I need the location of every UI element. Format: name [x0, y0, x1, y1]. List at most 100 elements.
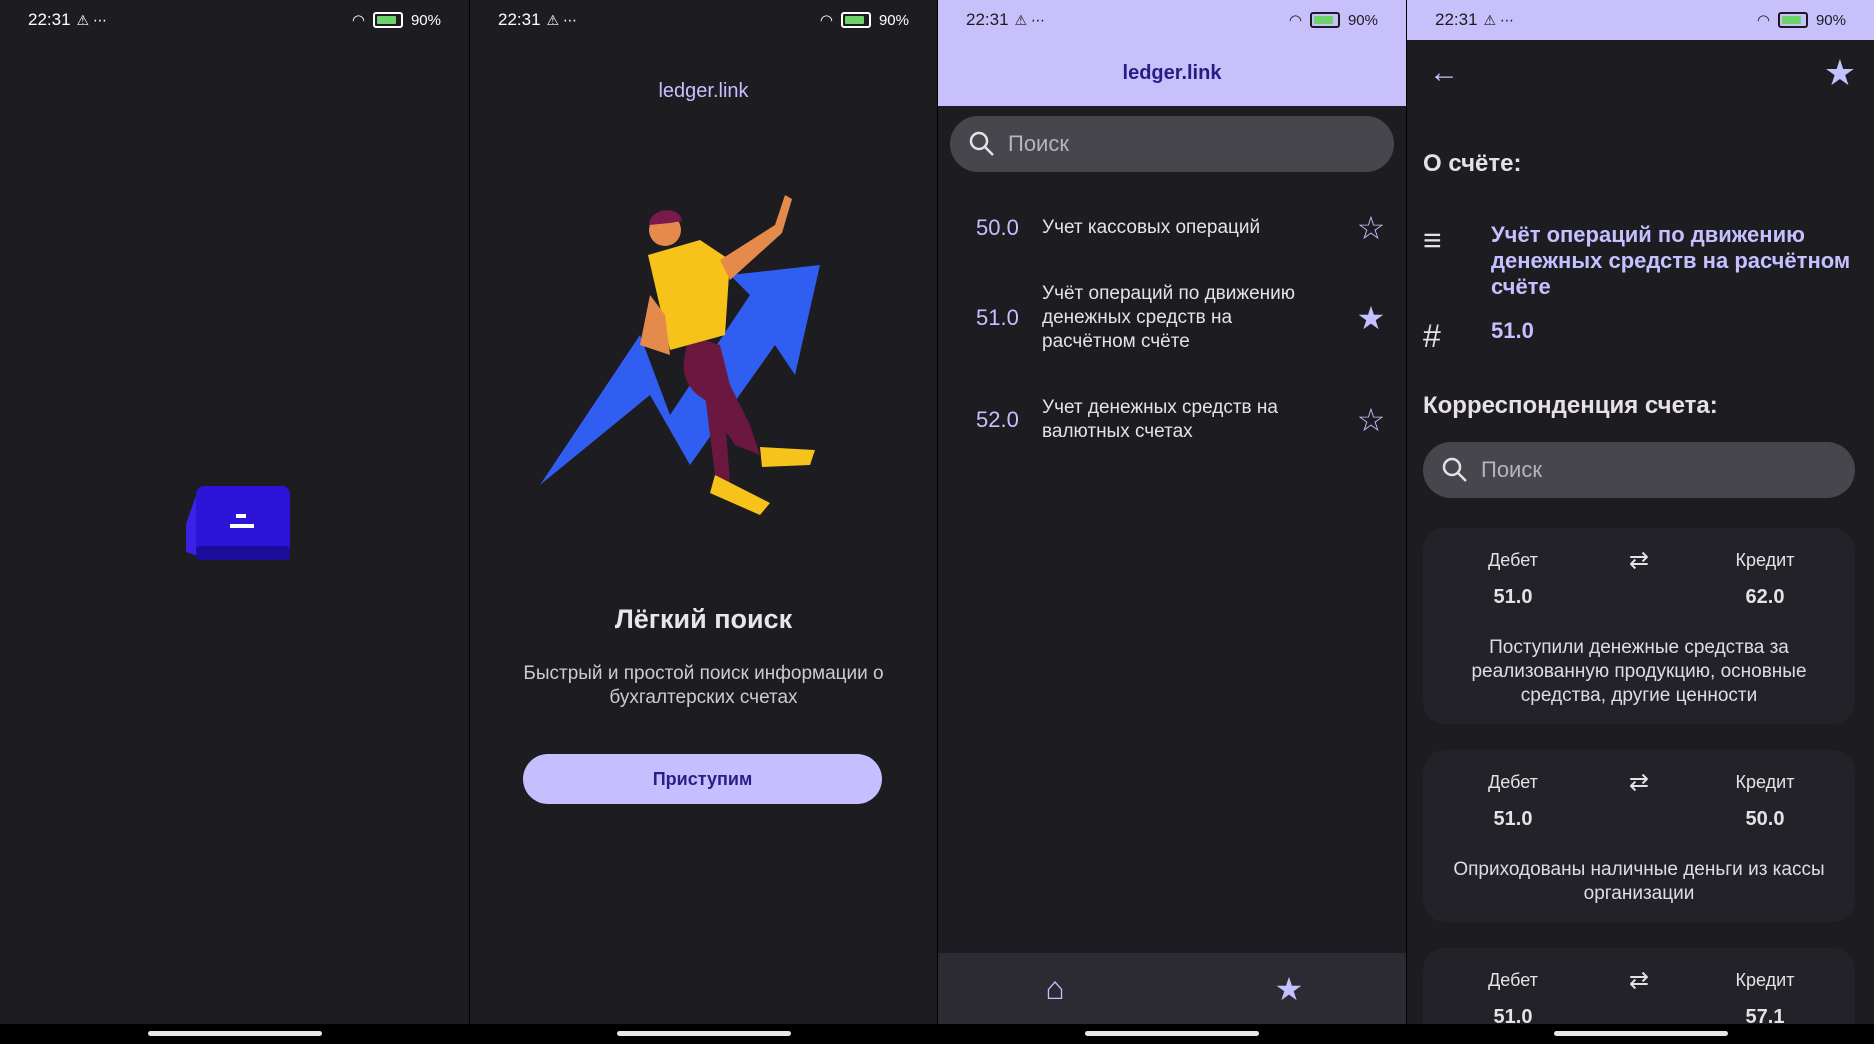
status-right: ◠ 90%: [1288, 11, 1378, 30]
home-icon[interactable]: ⌂: [1005, 970, 1105, 1007]
home-indicator[interactable]: [147, 1031, 322, 1036]
account-detail-screen: 22:31 ⚠ ⋯ ◠ 90% ← ★ О счёте: ≡ Учёт опер…: [1407, 0, 1874, 1044]
account-name: Учёт операций по движению денежных средс…: [1042, 283, 1296, 352]
credit-value: 62.0: [1745, 586, 1785, 608]
home-indicator[interactable]: [616, 1031, 791, 1036]
search-placeholder: Поиск: [1008, 131, 1069, 156]
account-name: Учет денежных средств на валютных счетах: [1042, 397, 1278, 442]
status-right: ◠ 90%: [819, 11, 909, 30]
battery-icon: [372, 12, 403, 28]
debit-value: 51.0: [1493, 586, 1533, 608]
account-list-screen: 22:31 ⚠ ⋯ ◠ 90% ledger.link Поиск 50.0 У…: [938, 0, 1406, 1044]
battery-icon: [1777, 12, 1808, 28]
back-arrow-icon[interactable]: ←: [1429, 56, 1459, 90]
home-indicator[interactable]: [1553, 1031, 1728, 1036]
wifi-icon: ◠: [819, 12, 833, 29]
entry-card[interactable]: Дебет ⇄ Кредит 51.0 50.0 Оприходованы на…: [1423, 750, 1855, 922]
status-bar: 22:31 ⚠ ⋯ ◠ 90%: [938, 0, 1406, 40]
system-nav-area: [938, 1024, 1406, 1044]
status-time: 22:31: [498, 10, 541, 29]
favorites-star-icon[interactable]: ★: [1239, 970, 1339, 1008]
status-time: 22:31: [28, 10, 71, 29]
star-outline-icon[interactable]: ☆: [1336, 401, 1406, 439]
start-button[interactable]: Приступим: [523, 754, 882, 804]
notification-icons: ⚠ ⋯: [76, 11, 107, 28]
credit-value: 50.0: [1745, 808, 1785, 830]
site-title: ledger.link: [658, 80, 749, 102]
onboarding-screen: 22:31 ⚠ ⋯ ◠ 90% ledger.link Лёгкий поиск…: [470, 0, 937, 1044]
wifi-icon: ◠: [351, 12, 365, 29]
system-nav-area: [0, 1024, 469, 1044]
battery-icon: [840, 12, 871, 28]
account-row[interactable]: 50.0 Учет кассовых операций ☆: [938, 206, 1406, 250]
battery-level: 90%: [410, 11, 441, 29]
status-bar: 22:31 ⚠ ⋯ ◠ 90%: [0, 0, 469, 40]
account-name: Учёт операций по движению денежных средс…: [1491, 222, 1851, 299]
account-name: Учет кассовых операций: [1042, 217, 1261, 238]
correspondence-search-input[interactable]: Поиск: [1423, 442, 1855, 498]
app-logo: [186, 486, 290, 560]
debit-label: Дебет: [1488, 772, 1538, 792]
search-icon: [1442, 457, 1467, 482]
splash-screen: 22:31 ⚠ ⋯ ◠ 90%: [0, 0, 469, 1044]
search-placeholder: Поиск: [1481, 457, 1542, 482]
entry-description: Поступили денежные средства за реализова…: [1471, 637, 1807, 706]
system-nav-area: [1407, 1024, 1874, 1044]
battery-level: 90%: [1815, 11, 1846, 29]
swap-arrows-icon: ⇄: [1628, 967, 1650, 994]
account-code-row: # 51.0: [1423, 318, 1858, 355]
entry-card[interactable]: Дебет ⇄ Кредит 51.0 62.0 Поступили денеж…: [1423, 528, 1855, 724]
debit-label: Дебет: [1488, 550, 1538, 570]
status-right: ◠ 90%: [351, 11, 441, 30]
entry-values: 51.0 62.0: [1423, 586, 1855, 609]
hash-icon: #: [1423, 318, 1441, 354]
bottom-navigation: ⌂ ★: [938, 953, 1406, 1024]
correspondence-title: Корреспонденция счета:: [1423, 392, 1718, 419]
battery-level: 90%: [1347, 11, 1378, 29]
wifi-icon: ◠: [1756, 12, 1770, 29]
account-code: 51.0: [1491, 318, 1534, 343]
entry-header: Дебет ⇄ Кредит: [1423, 547, 1855, 575]
credit-label: Кредит: [1735, 772, 1795, 792]
status-bar: 22:31 ⚠ ⋯ ◠ 90%: [1407, 0, 1874, 40]
debit-value: 51.0: [1493, 808, 1533, 830]
notification-icons: ⚠ ⋯: [1483, 11, 1514, 28]
swap-arrows-icon: ⇄: [1628, 769, 1650, 796]
entry-header: Дебет ⇄ Кредит: [1423, 769, 1855, 797]
text-lines-icon: ≡: [1423, 222, 1442, 258]
onboarding-title: Лёгкий поиск: [614, 604, 793, 634]
swap-arrows-icon: ⇄: [1628, 547, 1650, 574]
credit-label: Кредит: [1735, 970, 1795, 990]
status-right: ◠ 90%: [1756, 11, 1846, 30]
home-indicator[interactable]: [1085, 1031, 1259, 1036]
account-row[interactable]: 52.0 Учет денежных средств на валютных с…: [938, 396, 1406, 444]
wifi-icon: ◠: [1288, 12, 1302, 29]
notification-icons: ⚠ ⋯: [1014, 11, 1045, 28]
account-code: 51.0: [976, 305, 1019, 330]
account-code: 50.0: [976, 215, 1019, 240]
about-section-title: О счёте:: [1423, 150, 1522, 177]
battery-icon: [1309, 12, 1340, 28]
status-bar: 22:31 ⚠ ⋯ ◠ 90%: [470, 0, 937, 40]
onboarding-description: Быстрый и простой поиск информации о бух…: [523, 663, 884, 708]
battery-level: 90%: [878, 11, 909, 29]
entry-description: Оприходованы наличные деньги из кассы ор…: [1453, 859, 1825, 904]
entry-header: Дебет ⇄ Кредит: [1423, 967, 1855, 995]
debit-label: Дебет: [1488, 970, 1538, 990]
entry-values: 51.0 50.0: [1423, 808, 1855, 831]
favorite-star-icon[interactable]: ★: [1824, 52, 1856, 94]
search-icon: [969, 131, 994, 156]
status-time: 22:31: [1435, 10, 1478, 29]
star-filled-icon[interactable]: ★: [1336, 299, 1406, 337]
account-row[interactable]: 51.0 Учёт операций по движению денежных …: [938, 282, 1406, 354]
account-code: 52.0: [976, 407, 1019, 432]
app-bar-title: ledger.link: [938, 40, 1406, 106]
search-input[interactable]: Поиск: [950, 116, 1394, 172]
star-outline-icon[interactable]: ☆: [1336, 209, 1406, 247]
onboarding-illustration: [540, 195, 820, 515]
account-name-row: ≡ Учёт операций по движению денежных сре…: [1423, 222, 1858, 300]
status-time: 22:31: [966, 10, 1009, 29]
notification-icons: ⚠ ⋯: [546, 11, 577, 28]
credit-label: Кредит: [1735, 550, 1795, 570]
system-nav-area: [470, 1024, 937, 1044]
